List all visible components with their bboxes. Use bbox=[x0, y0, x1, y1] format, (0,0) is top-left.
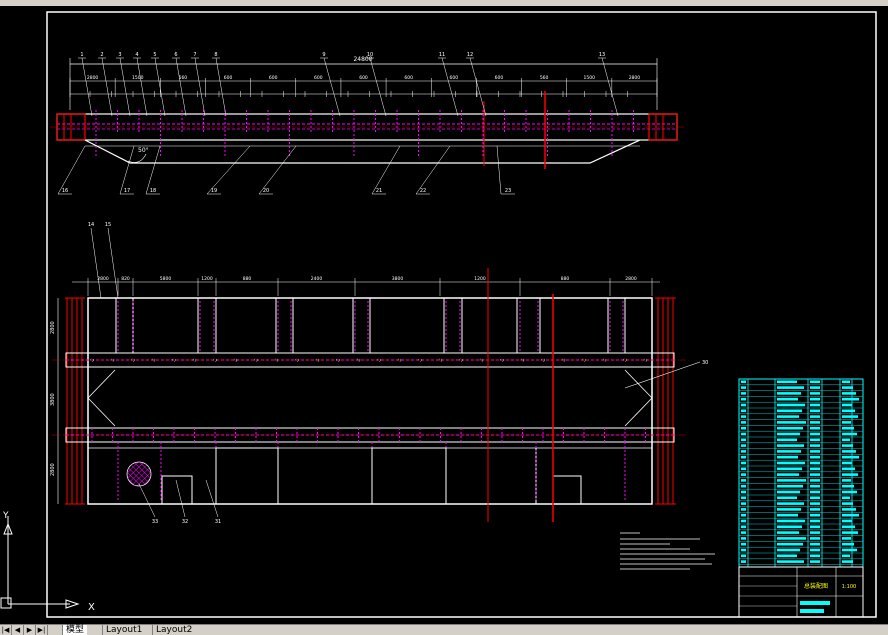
callout-number: 9 bbox=[322, 52, 325, 58]
dimension-text: 600 bbox=[314, 75, 323, 81]
leader-line bbox=[57, 145, 86, 195]
leader-line bbox=[119, 145, 135, 195]
dimension-text: 600 bbox=[224, 75, 233, 81]
callout-number: 3 bbox=[118, 52, 121, 58]
dimension-text: 3800 bbox=[392, 276, 404, 282]
callout-number: 19 bbox=[211, 188, 217, 194]
dimension-text: 1500 bbox=[584, 75, 596, 81]
callout-number: 10 bbox=[367, 52, 373, 58]
title-block: 总装配图 1:100 bbox=[738, 566, 864, 618]
callout-number: 21 bbox=[376, 188, 382, 194]
svg-text:Y: Y bbox=[2, 511, 9, 521]
leader-line bbox=[101, 57, 113, 117]
callout-number: 6 bbox=[174, 52, 177, 58]
leader-line bbox=[81, 57, 93, 117]
dimension-text: 560 bbox=[540, 75, 549, 81]
leader-line bbox=[194, 57, 206, 117]
callout-number: 1 bbox=[80, 52, 83, 58]
dimension-text: 820 bbox=[121, 276, 130, 282]
leader-line bbox=[369, 57, 387, 117]
callout-number: 2 bbox=[100, 52, 103, 58]
leader-line bbox=[138, 483, 156, 518]
callout-number: 31 bbox=[215, 519, 221, 525]
callout-number: 5 bbox=[153, 52, 156, 58]
dimension-text: 600 bbox=[495, 75, 504, 81]
layout-tab-bar: |◀ ◀ ▶ ▶| 模型 Layout1 Layout2 bbox=[0, 624, 888, 635]
callout-number: 12 bbox=[467, 52, 473, 58]
leader-line bbox=[496, 145, 502, 195]
leader-line bbox=[371, 145, 401, 195]
dimension-text: 880 bbox=[561, 276, 570, 282]
leader-line bbox=[107, 227, 119, 299]
svg-text:X: X bbox=[88, 602, 95, 613]
leader-line bbox=[154, 57, 166, 117]
svg-text:2800: 2800 bbox=[50, 321, 56, 334]
leader-line bbox=[215, 57, 227, 117]
dimension-text: 2800 bbox=[625, 276, 637, 282]
leader-line bbox=[601, 57, 619, 117]
dimension-text: 1200 bbox=[474, 276, 486, 282]
callout-number: 23 bbox=[505, 188, 511, 194]
svg-text:3800: 3800 bbox=[50, 393, 56, 406]
dimension-text: 880 bbox=[243, 276, 252, 282]
callout-number: 8 bbox=[214, 52, 217, 58]
elevation-view: 24800 2800 1500 560 600 600 600 600 600 600 600 56… bbox=[50, 52, 684, 195]
leader-line bbox=[258, 145, 297, 195]
dimension-text: 600 bbox=[450, 75, 459, 81]
callout-number: 17 bbox=[124, 188, 130, 194]
dimension-text: 5800 bbox=[160, 276, 172, 282]
dimension-text: 600 bbox=[359, 75, 368, 81]
leader-line bbox=[469, 57, 487, 117]
dimension-text: 2800 bbox=[629, 75, 641, 81]
callout-number: 20 bbox=[263, 188, 269, 194]
callout-number: 16 bbox=[62, 188, 68, 194]
dimension-text: 2800 bbox=[97, 276, 109, 282]
callout-number: 13 bbox=[599, 52, 605, 58]
parts-list bbox=[738, 378, 864, 568]
leader-line bbox=[175, 479, 186, 518]
callout-number: 32 bbox=[182, 519, 188, 525]
callout-number: 11 bbox=[439, 52, 445, 58]
callout-number: 33 bbox=[152, 519, 158, 525]
callout-number: 22 bbox=[420, 188, 426, 194]
leader-line bbox=[136, 57, 148, 117]
leader-line bbox=[441, 57, 459, 117]
dimension-text: 1200 bbox=[201, 276, 213, 282]
side-callout: 30 bbox=[702, 360, 708, 366]
leader-line bbox=[90, 227, 102, 299]
callout-number: 14 bbox=[88, 222, 94, 228]
svg-text:2800: 2800 bbox=[50, 463, 56, 476]
leader-line bbox=[119, 57, 131, 117]
dimension-text: 2400 bbox=[311, 276, 323, 282]
dimension-text: 600 bbox=[269, 75, 278, 81]
technical-notes bbox=[620, 532, 715, 570]
dimension-text: 2800 bbox=[87, 75, 99, 81]
drawing-scale: 1:100 bbox=[842, 584, 856, 590]
callout-number: 4 bbox=[135, 52, 138, 58]
leader-line bbox=[323, 57, 341, 117]
dimension-text: 1500 bbox=[132, 75, 144, 81]
ucs-icon: Y X bbox=[0, 511, 95, 613]
angle-label: 50° bbox=[138, 147, 149, 154]
leader-line bbox=[415, 145, 451, 195]
callout-number: 7 bbox=[193, 52, 196, 58]
drawing-canvas[interactable]: 24800 2800 1500 560 600 600 600 600 600 600 600 56… bbox=[0, 6, 888, 624]
callout-number: 15 bbox=[105, 222, 111, 228]
dimension-text: 600 bbox=[404, 75, 413, 81]
plan-view: 2800 820 5800 1200 880 2400 3800 1200 880 2800 28… bbox=[50, 222, 708, 525]
leader-line bbox=[175, 57, 187, 117]
callout-number: 18 bbox=[150, 188, 156, 194]
drawing-title: 总装配图 bbox=[804, 582, 828, 590]
leader-line bbox=[206, 145, 251, 195]
